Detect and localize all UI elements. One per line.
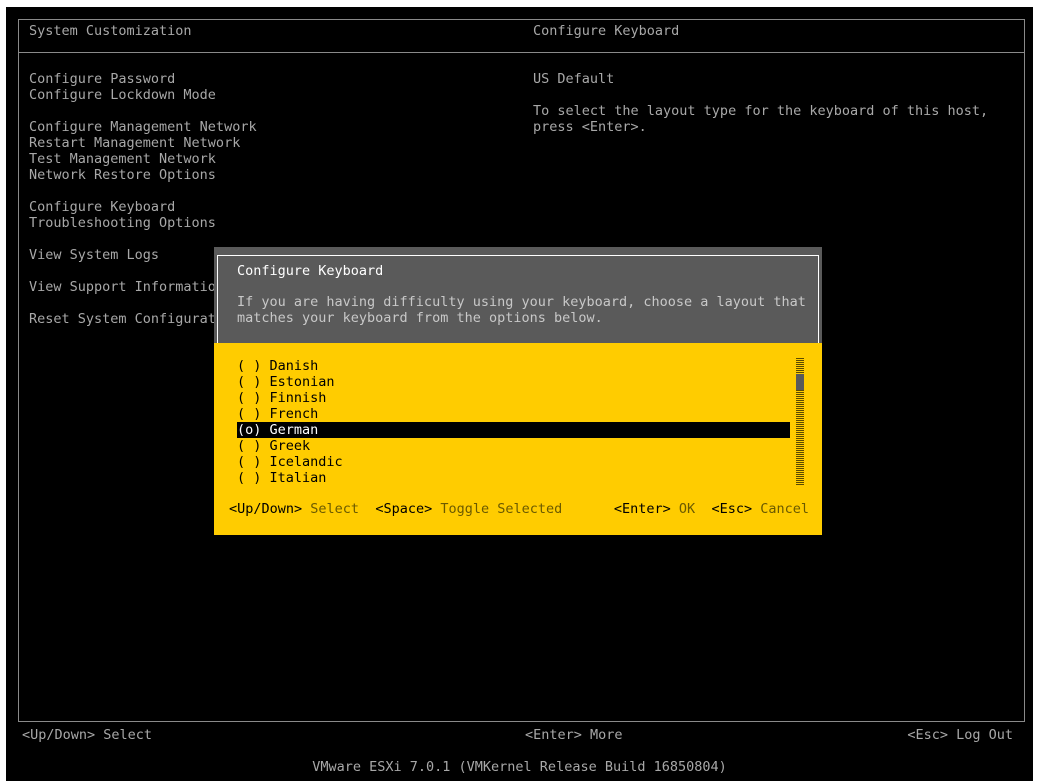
menu-item[interactable]: Troubleshooting Options [29, 215, 257, 231]
dialog-desc-line1: If you are having difficulty using your … [237, 294, 806, 310]
current-layout-value: US Default [533, 71, 615, 87]
help-text-line1: To select the layout type for the keyboa… [533, 103, 989, 119]
help-text-line2: press <Enter>. [533, 119, 647, 135]
menu-item[interactable]: Test Management Network [29, 151, 257, 167]
status-more-hint: <Enter> More [525, 727, 623, 743]
keyboard-layout-option[interactable]: ( ) Icelandic [237, 454, 790, 470]
keyboard-layout-option[interactable]: ( ) Italian [237, 470, 790, 486]
menu-spacer [29, 183, 257, 199]
dialog-description: If you are having difficulty using your … [237, 294, 806, 326]
keyboard-layout-option[interactable]: (o) German [237, 422, 790, 438]
menu-item[interactable]: Configure Keyboard [29, 199, 257, 215]
configure-keyboard-dialog: Configure Keyboard If you are having dif… [214, 247, 822, 535]
scroll-thumb[interactable] [796, 374, 804, 390]
menu-spacer [29, 103, 257, 119]
right-panel-title: Configure Keyboard [533, 23, 680, 39]
keyboard-layout-option[interactable]: ( ) Finnish [237, 390, 790, 406]
dialog-desc-line2: matches your keyboard from the options b… [237, 310, 603, 326]
space-action: Toggle Selected [440, 501, 563, 517]
header-divider [18, 52, 1025, 53]
menu-spacer [29, 231, 257, 247]
dialog-title: Configure Keyboard [237, 263, 384, 279]
space-key-hint: <Space> [375, 501, 433, 517]
menu-item[interactable]: Configure Management Network [29, 119, 257, 135]
version-string: VMware ESXi 7.0.1 (VMKernel Release Buil… [312, 759, 727, 775]
keyboard-layout-option[interactable]: ( ) Danish [237, 358, 790, 374]
status-logout-hint: <Esc> Log Out [907, 727, 1013, 743]
left-panel-title: System Customization [29, 23, 192, 39]
cancel-button[interactable]: <Esc> Cancel [711, 501, 809, 517]
updown-key-hint: <Up/Down> [229, 501, 303, 517]
dialog-footer-right: <Enter> OK <Esc> Cancel [614, 501, 809, 517]
keyboard-layout-option[interactable]: ( ) Estonian [237, 374, 790, 390]
menu-item[interactable]: Network Restore Options [29, 167, 257, 183]
updown-action: Select [310, 501, 360, 517]
keyboard-layout-option[interactable]: ( ) Greek [237, 438, 790, 454]
enter-key-hint: <Enter> [613, 501, 671, 517]
dialog-header: Configure Keyboard If you are having dif… [214, 247, 822, 345]
esc-key-hint: <Esc> [711, 501, 753, 517]
dialog-body: ( ) Danish( ) Estonian( ) Finnish( ) Fre… [214, 343, 822, 535]
keyboard-layout-option[interactable]: ( ) French [237, 406, 790, 422]
esxi-dcui-screen: System Customization Configure Keyboard … [6, 7, 1033, 781]
keyboard-layout-list[interactable]: ( ) Danish( ) Estonian( ) Finnish( ) Fre… [237, 358, 790, 486]
ok-label: OK [678, 501, 696, 517]
menu-item[interactable]: Configure Password [29, 71, 257, 87]
menu-item[interactable]: Restart Management Network [29, 135, 257, 151]
list-scrollbar[interactable] [796, 358, 804, 486]
ok-button[interactable]: <Enter> OK [614, 501, 695, 517]
cancel-label: Cancel [760, 501, 809, 517]
menu-item[interactable]: Configure Lockdown Mode [29, 87, 257, 103]
dialog-footer: <Up/Down> Select <Space> Toggle Selected… [229, 501, 809, 517]
status-select-hint: <Up/Down> Select [22, 727, 153, 743]
